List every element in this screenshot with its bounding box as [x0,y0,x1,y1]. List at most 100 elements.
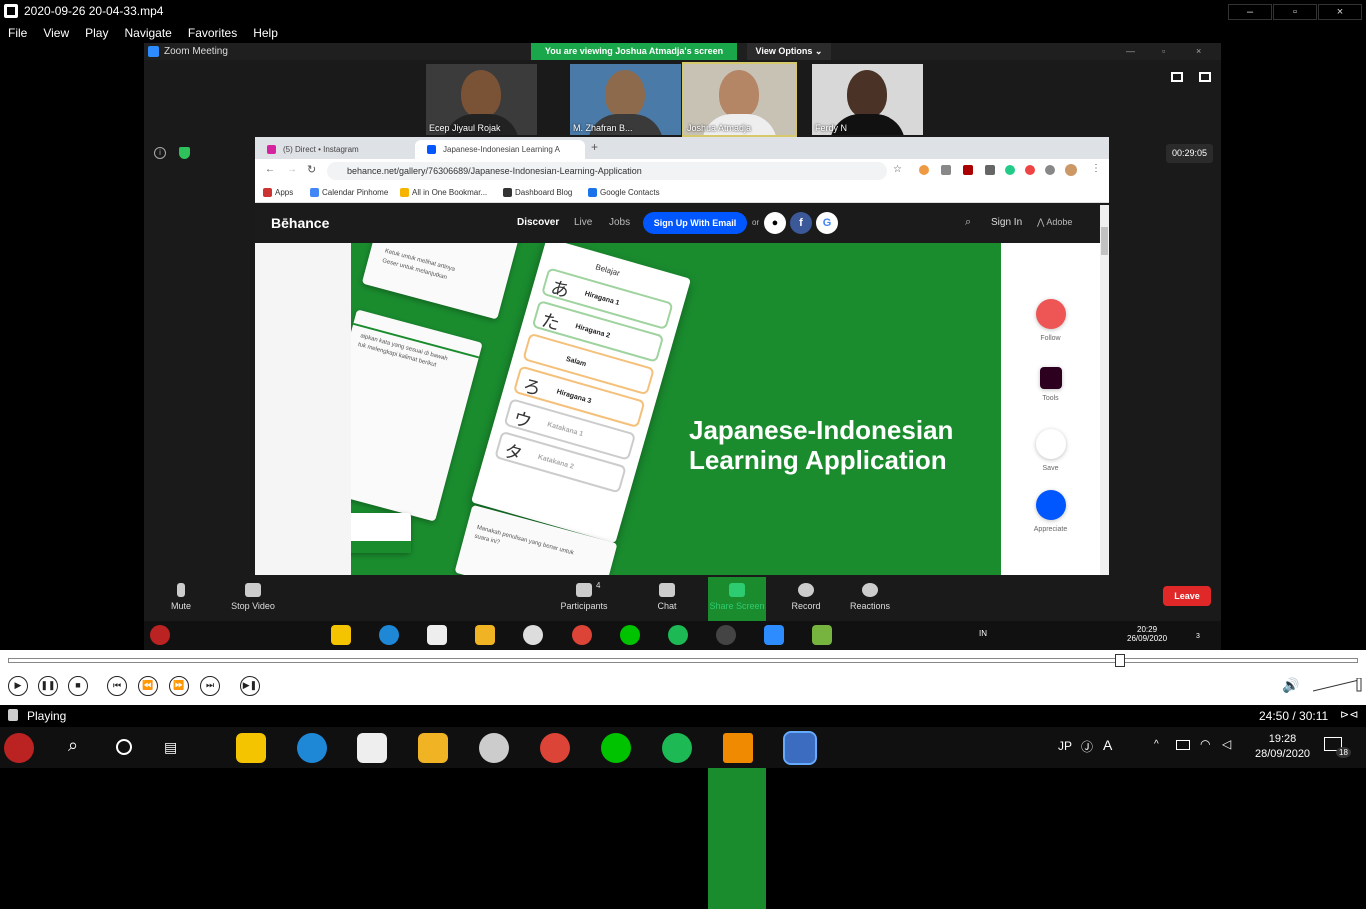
cortana-icon[interactable] [116,739,132,755]
info-icon[interactable]: i [154,147,166,159]
stop-button[interactable]: ■ [68,676,88,696]
search-icon[interactable]: ⌕ [965,216,971,229]
leave-button[interactable]: Leave [1163,586,1211,606]
battery-icon[interactable] [1176,740,1190,750]
spotify-icon[interactable] [662,733,692,763]
page-scrollbar[interactable] [1100,205,1109,575]
seek-knob[interactable] [1115,654,1125,667]
minimize-button[interactable]: – [1228,4,1272,20]
participant-tile[interactable]: Ecep Jiyaul Rojak [426,64,537,135]
url-field[interactable]: behance.net/gallery/76306689/Japanese-In… [327,162,887,180]
close-button[interactable]: × [1318,4,1362,20]
profile-avatar[interactable] [1065,164,1077,176]
bookmark-all-in-one[interactable]: All in One Bookmar... [400,188,487,197]
apple-signin-icon[interactable]: ● [764,212,786,234]
chrome-icon[interactable] [540,733,570,763]
zoom-minimize-icon[interactable]: — [1126,46,1135,56]
line-icon[interactable] [601,733,631,763]
sign-in-link[interactable]: Sign In [991,217,1022,228]
sign-up-email-button[interactable]: Sign Up With Email [643,212,747,234]
save-action[interactable]: Save [1001,429,1100,472]
adobe-link[interactable]: ⋀ Adobe [1037,217,1072,228]
menu-view[interactable]: View [35,26,77,40]
shield-icon[interactable] [179,147,190,159]
tab-behance[interactable]: Japanese-Indonesian Learning A [415,140,585,159]
stop-video-button[interactable]: Stop Video [228,577,278,611]
menu-file[interactable]: File [0,26,35,40]
menu-help[interactable]: Help [245,26,286,40]
video-area[interactable]: Zoom Meeting You are viewing Joshua Atma… [0,43,1366,909]
maximize-button[interactable]: ▫ [1273,4,1317,20]
fullscreen-icon[interactable] [1199,72,1211,82]
follow-action[interactable]: Follow [1001,299,1100,342]
bookmark-google-contacts[interactable]: Google Contacts [588,188,660,197]
search-icon[interactable]: ⌕ [68,735,78,756]
language-indicator[interactable]: JP [1058,739,1072,753]
participant-tile[interactable]: M. Zhafran B... [570,64,681,135]
tray-chevron-icon[interactable]: ^ [1154,739,1159,750]
tab-instagram[interactable]: (5) Direct • Instagram [255,140,415,159]
bookmark-calendar[interactable]: Calendar Pinhome [310,188,388,197]
task-view-icon[interactable]: ▤ [164,739,177,756]
nav-discover[interactable]: Discover [517,217,559,228]
vlc-icon[interactable] [723,733,753,763]
pdf-icon[interactable] [963,165,973,175]
participants-button[interactable]: Participants 4 [558,577,610,611]
ime-input-mode[interactable]: A [1103,737,1112,753]
forward-icon[interactable]: → [287,164,297,175]
sticky-notes-icon[interactable] [236,733,266,763]
rewind-button[interactable]: ⏪ [138,676,158,696]
gallery-view-icon[interactable] [1171,72,1183,82]
new-tab-icon[interactable]: + [591,140,598,154]
ime-mode-icon[interactable]: Ⓙ [1081,738,1093,755]
tools-action[interactable]: Tools [1001,367,1100,402]
chat-button[interactable]: Chat [654,577,680,611]
zoom-maximize-icon[interactable]: ▫ [1162,46,1165,56]
menu-favorites[interactable]: Favorites [180,26,245,40]
participant-tile[interactable]: Ferdy N [812,64,923,135]
forward-button[interactable]: ⏩ [169,676,189,696]
media-player-icon[interactable] [479,733,509,763]
zoom-close-icon[interactable]: × [1196,46,1201,56]
extension-icon[interactable] [1025,165,1035,175]
menu-play[interactable]: Play [77,26,116,40]
speaker-icon[interactable]: 🔊 [1282,677,1299,694]
kebab-menu-icon[interactable]: ⋮ [1091,163,1101,174]
reactions-button[interactable]: Reactions [848,577,892,611]
reload-icon[interactable]: ↻ [307,163,316,176]
system-clock[interactable]: 19:28 28/09/2020 [1255,732,1310,762]
volume-icon[interactable]: ◁ [1222,737,1231,751]
participant-tile[interactable]: Joshua Atmadja [682,62,797,137]
wifi-icon[interactable]: ◠ [1200,737,1210,751]
previous-button[interactable]: ⏮ [107,676,127,696]
start-button[interactable] [4,733,34,763]
edge-icon[interactable] [297,733,327,763]
mpc-icon[interactable] [783,731,817,765]
seek-bar[interactable] [8,654,1358,667]
bookmark-star-icon[interactable]: ☆ [893,164,902,175]
file-explorer-icon[interactable] [418,733,448,763]
menu-navigate[interactable]: Navigate [116,26,179,40]
bookmark-apps[interactable]: Apps [263,188,293,197]
store-icon[interactable] [357,733,387,763]
bookmark-dashboard[interactable]: Dashboard Blog [503,188,572,197]
appreciate-action[interactable]: Appreciate [1001,490,1100,533]
facebook-signin-icon[interactable]: f [790,212,812,234]
play-button[interactable]: ▶ [8,676,28,696]
extensions-puzzle-icon[interactable] [1045,165,1055,175]
nav-jobs[interactable]: Jobs [609,217,630,228]
back-icon[interactable]: ← [265,164,275,175]
extension-icon[interactable] [1005,165,1015,175]
view-options-button[interactable]: View Options ⌄ [747,43,831,60]
mute-tab-icon[interactable] [985,165,995,175]
mute-button[interactable]: Mute [168,577,194,611]
behance-logo[interactable]: Bēhance [271,215,329,231]
record-button[interactable]: Record [788,577,824,611]
nav-live[interactable]: Live [574,217,592,228]
next-button[interactable]: ⏭ [200,676,220,696]
pause-button[interactable]: ❚❚ [38,676,58,696]
frame-step-button[interactable]: ▶❚ [240,676,260,696]
volume-slider[interactable] [1313,678,1363,692]
camera-icon[interactable] [941,165,951,175]
google-signin-icon[interactable]: G [816,212,838,234]
